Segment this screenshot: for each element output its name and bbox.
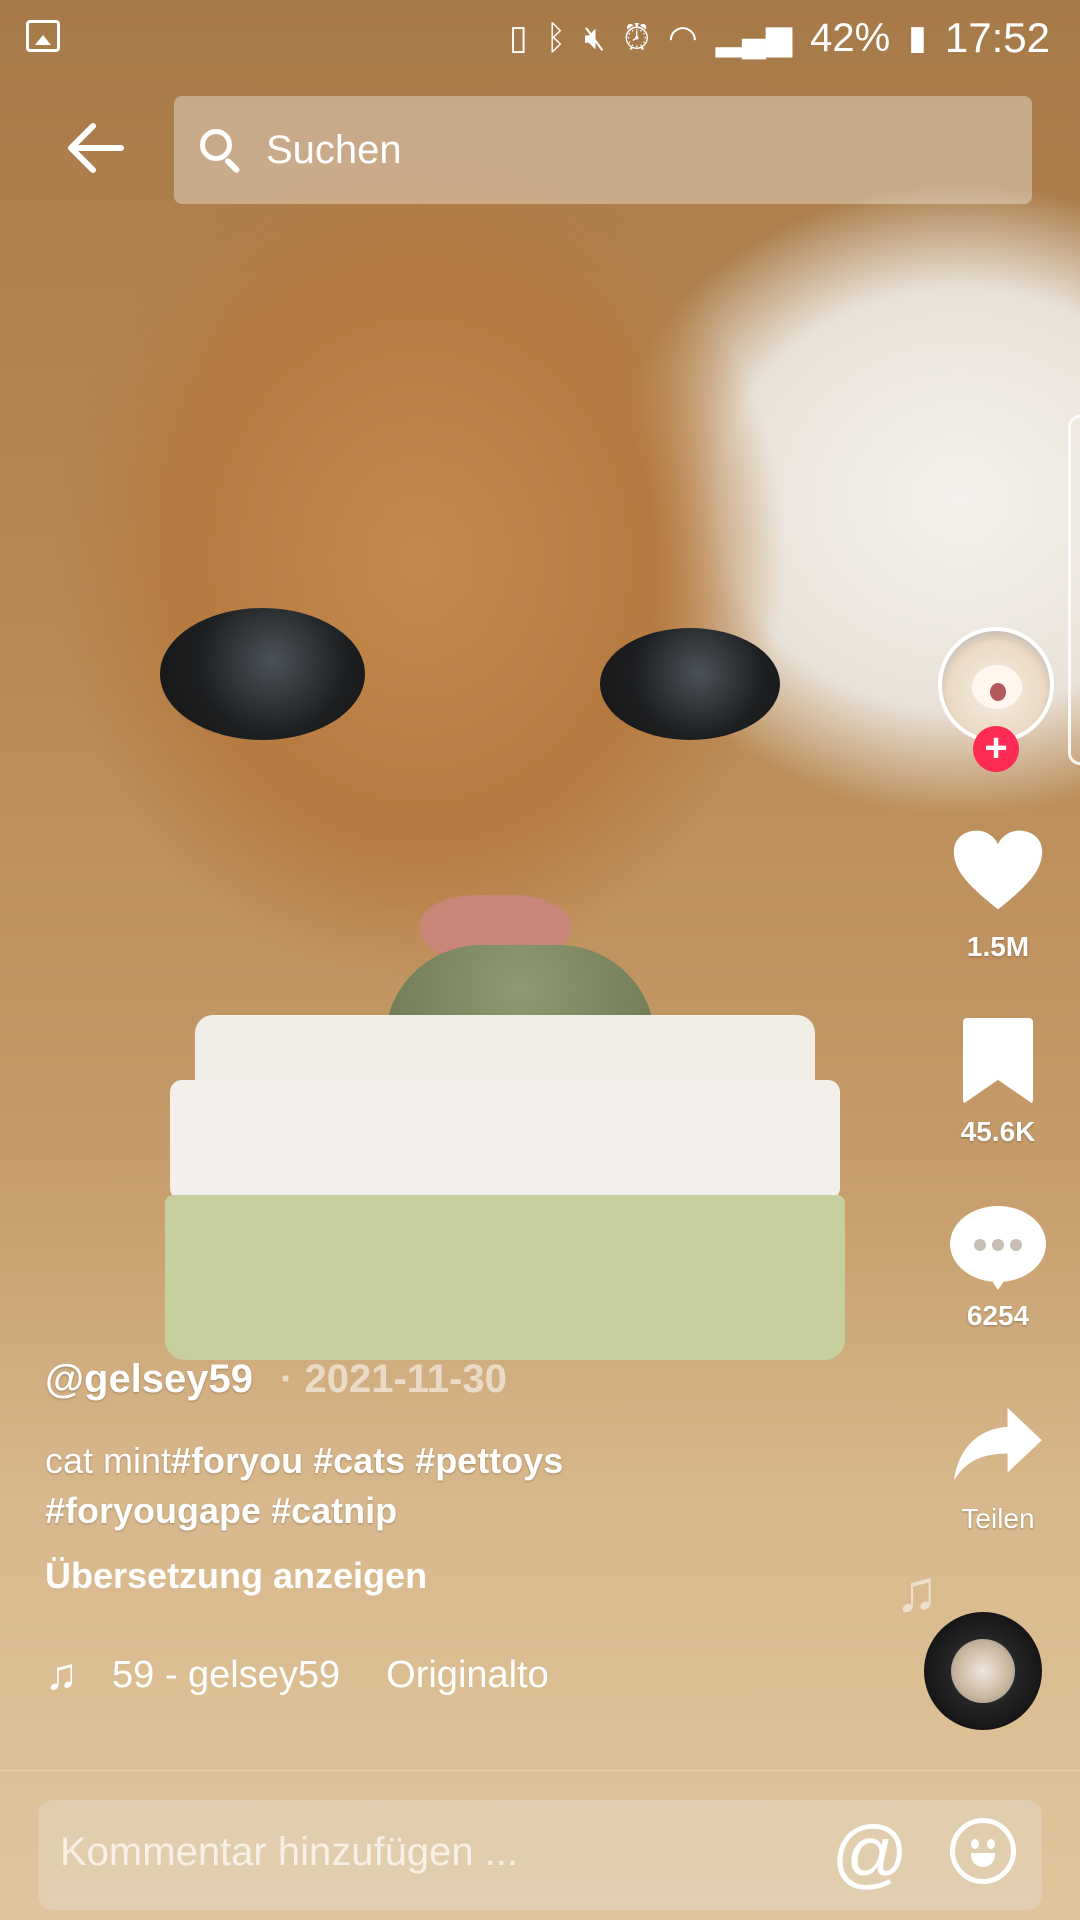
like-count: 1.5M (966, 931, 1030, 962)
alarm-icon: ⏰︎ (623, 18, 651, 57)
cat-right-eye (600, 628, 780, 740)
date-text: 2021-11-30 (304, 1357, 507, 1401)
comment-count: 6254 (966, 1300, 1030, 1331)
hashtag-link[interactable]: #foryou (171, 1440, 303, 1481)
battery-saver-icon: ▯ (508, 19, 528, 57)
music-author: 59 - gelsey59 (112, 1653, 341, 1696)
hashtag-link[interactable]: #cats (313, 1440, 405, 1481)
battery-icon: ▮ (908, 19, 927, 57)
share-button[interactable]: Teilen (938, 1404, 1058, 1535)
arrow-left-icon (68, 123, 124, 173)
signal-icon: ▂▄▆ (715, 19, 793, 57)
toy-box-top (195, 1015, 815, 1085)
share-label: Teilen (961, 1503, 1035, 1534)
image-icon (26, 20, 60, 52)
wifi-icon: ◠ (668, 19, 698, 57)
comment-icon (950, 1206, 1046, 1292)
clock: 17:52 (944, 14, 1050, 61)
search-icon (200, 129, 242, 174)
music-note-icon: ♫ (45, 1650, 78, 1699)
toy-box-base (165, 1195, 845, 1360)
floating-music-note-icon: ♫ (895, 1559, 939, 1624)
comment-button[interactable]: 6254 (938, 1206, 1058, 1332)
hashtag-link[interactable]: #foryougape (45, 1490, 261, 1531)
comment-input[interactable]: Kommentar hinzufügen ... @ (38, 1800, 1042, 1910)
sound-disc-cover (951, 1639, 1015, 1703)
search-input[interactable]: Suchen (174, 96, 1032, 204)
search-placeholder: Suchen (266, 127, 402, 172)
battery-percent: 42% (810, 15, 891, 60)
bookmark-icon (963, 1018, 1033, 1104)
hashtag-link[interactable]: #catnip (271, 1490, 397, 1531)
video-frame[interactable] (0, 0, 1080, 1920)
like-button[interactable]: 1.5M (938, 822, 1058, 963)
comment-placeholder: Kommentar hinzufügen ... (60, 1830, 519, 1874)
bookmark-count: 45.6K (960, 1116, 1036, 1147)
back-button[interactable] (60, 120, 130, 180)
caption: cat mint#foryou #cats #pettoys #foryouga… (45, 1436, 825, 1536)
emoji-icon[interactable] (950, 1818, 1016, 1884)
share-icon (954, 1407, 1042, 1481)
username[interactable]: @gelsey59 (45, 1357, 253, 1402)
status-bar: ▯ ᛒ 🔇︎ ⏰︎ ◠ ▂▄▆ 42% ▮ 17:52 (0, 0, 1080, 78)
side-panel-handle[interactable] (1068, 415, 1080, 765)
caption-text: cat mint (45, 1440, 172, 1481)
mention-icon[interactable]: @ (830, 1814, 910, 1894)
follow-button[interactable]: + (973, 726, 1019, 772)
divider (0, 1770, 1080, 1771)
heart-icon (953, 830, 1043, 910)
bookmark-button[interactable]: 45.6K (938, 1018, 1058, 1148)
music-title: Originalto (386, 1653, 549, 1696)
status-icons: ▯ ᛒ 🔇︎ ⏰︎ ◠ ▂▄▆ 42% ▮ 17:52 (509, 14, 1050, 62)
music-marquee: 59 - gelsey59 Originalto (112, 1654, 549, 1697)
date-separator: · (280, 1357, 294, 1401)
bluetooth-icon: ᛒ (545, 18, 567, 57)
mute-icon: 🔇︎ (584, 18, 606, 57)
sound-disc[interactable] (924, 1612, 1042, 1730)
music-info[interactable]: ♫ 59 - gelsey59 Originalto (45, 1650, 549, 1700)
toy-box-middle (170, 1080, 840, 1200)
hashtag-link[interactable]: #pettoys (415, 1440, 563, 1481)
translate-link[interactable]: Übersetzung anzeigen (45, 1555, 427, 1597)
post-date: · 2021-11-30 (280, 1357, 507, 1402)
cat-left-eye (160, 608, 365, 740)
